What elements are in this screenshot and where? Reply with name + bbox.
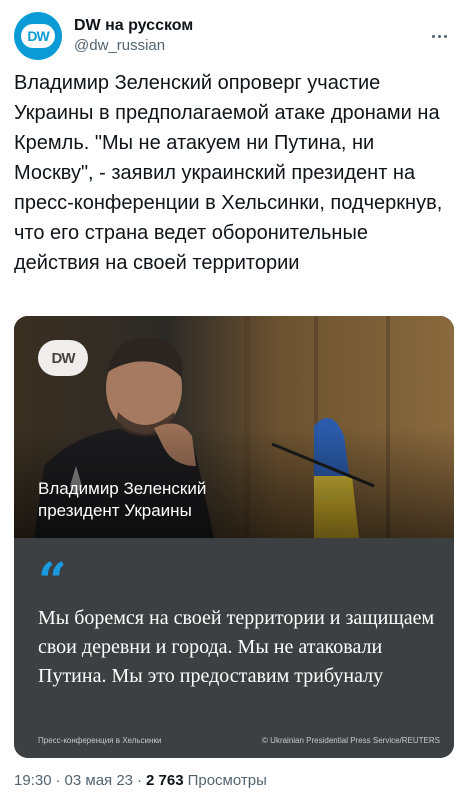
caption-name: Владимир Зеленский (38, 479, 207, 498)
avatar[interactable]: DW (14, 12, 62, 60)
views-count[interactable]: 2 763 (146, 772, 184, 789)
meta-separator: · (55, 772, 61, 789)
handle[interactable]: @dw_russian (74, 36, 193, 56)
tweet-header: DW DW на русском @dw_russian (14, 12, 454, 60)
tweet-meta: 19:30 · 03 мая 23 · 2 763 Просмотры (14, 772, 267, 789)
tweet-date[interactable]: 03 мая 23 (65, 772, 133, 789)
author-names: DW на русском @dw_russian (74, 16, 193, 56)
quote-mark-icon: “ (38, 551, 67, 610)
dw-watermark-logo: DW (38, 340, 88, 376)
more-options-icon[interactable] (424, 21, 454, 51)
photo: DW Владимир Зеленский президент Украины (14, 316, 454, 538)
display-name[interactable]: DW на русском (74, 16, 193, 36)
photo-credit: © Ukrainian Presidential Press Service/R… (262, 736, 440, 745)
tweet-text: Владимир Зеленский опроверг участие Укра… (14, 72, 443, 274)
tweet-media-image[interactable]: DW Владимир Зеленский президент Украины … (14, 316, 454, 758)
quote-text: Мы боремся на своей территории и защищае… (38, 607, 435, 687)
dw-logo-icon: DW (21, 24, 55, 48)
meta-separator: · (137, 772, 143, 789)
tweet-time[interactable]: 19:30 (14, 772, 52, 789)
quote-panel: “ Мы боремся на своей территории и защищ… (14, 538, 454, 758)
caption-role: президент Украины (38, 501, 192, 520)
photo-caption-event: Пресс-конференция в Хельсинки (38, 736, 162, 745)
views-label[interactable]: Просмотры (188, 772, 267, 789)
